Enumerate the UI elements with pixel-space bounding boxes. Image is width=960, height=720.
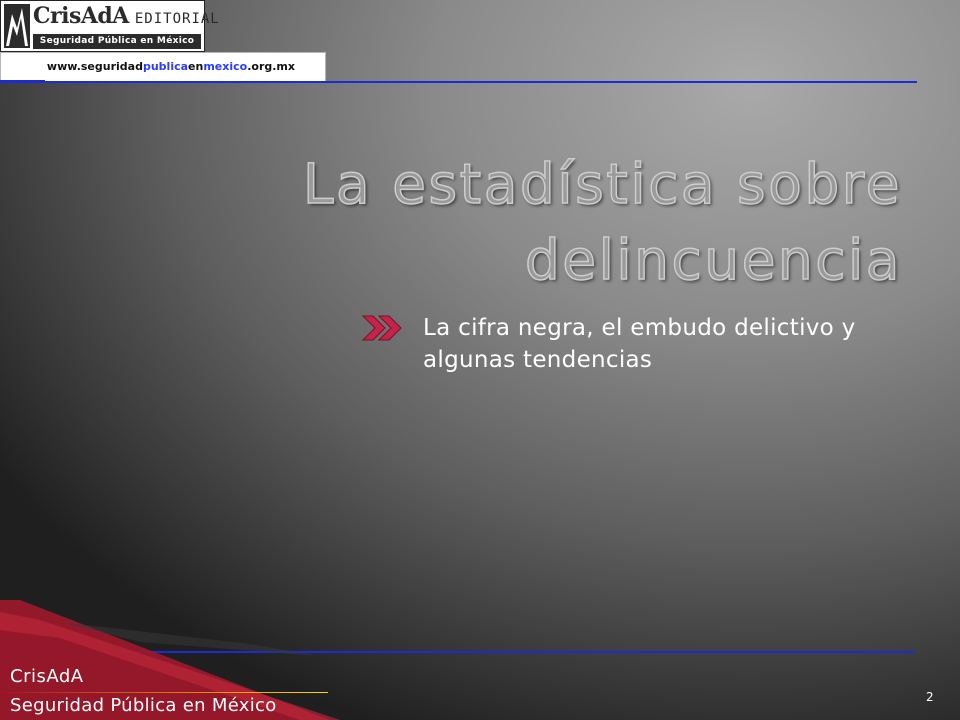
top-divider: [0, 80, 917, 83]
website-url[interactable]: www.seguridadpublicaenmexico.org.mx: [0, 52, 326, 82]
footer-divider: [0, 692, 328, 693]
page-number: 2: [926, 690, 934, 704]
slide-title: La estadística sobre delincuencia: [302, 151, 902, 293]
logo-emblem-icon: [4, 4, 30, 48]
bullet-item: La cifra negra, el embudo delictivo y al…: [361, 312, 881, 376]
logo-subtitle: Seguridad Pública en México: [33, 34, 201, 49]
double-chevron-right-icon: [361, 314, 407, 342]
footer-subtitle: Seguridad Pública en México: [10, 695, 277, 716]
bullet-text: La cifra negra, el embudo delictivo y al…: [423, 315, 856, 373]
footer-brand: CrisAdA: [10, 666, 84, 687]
logo-brand: CrisAdA: [33, 3, 129, 29]
logo-editorial: EDITORIAL: [134, 11, 220, 27]
crisada-logo: CrisAdA EDITORIAL Seguridad Pública en M…: [0, 0, 219, 52]
